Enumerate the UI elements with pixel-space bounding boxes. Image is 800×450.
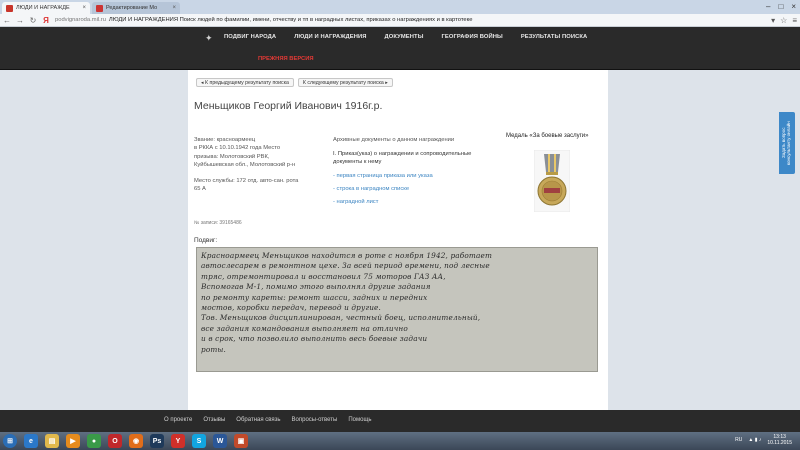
podvig-line: и в срок, что позволило выполнить весь б… bbox=[201, 334, 428, 344]
word-icon[interactable]: W bbox=[213, 434, 227, 448]
podvig-text: Красноармеец Меньщиков находится в роте … bbox=[201, 251, 597, 355]
yandex-icon[interactable]: Я bbox=[42, 16, 50, 25]
service-line-2: призыва: Молотовский РВК, bbox=[194, 153, 270, 160]
podvig-line: автослесарем в ремонтном цехе. За всей п… bbox=[201, 261, 490, 271]
media-player-icon[interactable]: ▶ bbox=[66, 434, 80, 448]
window-controls: – □ × bbox=[766, 2, 796, 11]
taskbar: ⊞ e ▤ ▶ ● O ◉ Ps Y S W ▣ RU ▲ ▮ ♪ 13:13 … bbox=[0, 432, 800, 450]
footer-link-help[interactable]: Помощь bbox=[348, 417, 371, 423]
nav-item-podvig-naroda[interactable]: ПОДВИГ НАРОДА bbox=[204, 34, 276, 40]
podvig-line: по ремонту кареты: ремонт шасси, задних … bbox=[201, 292, 428, 302]
back-icon[interactable]: ← bbox=[3, 16, 11, 25]
podvig-line: тряс, отремонтировал и восстановил 75 мо… bbox=[201, 271, 446, 281]
podvig-line: Красноармеец Меньщиков находится в роте … bbox=[201, 251, 493, 260]
minimize-icon[interactable]: – bbox=[766, 2, 770, 11]
url-page-title: ЛЮДИ И НАГРАЖДЕНИЯ Поиск людей по фамили… bbox=[108, 17, 473, 23]
podvig-line: роты. bbox=[201, 344, 226, 354]
firefox-icon[interactable]: ◉ bbox=[129, 434, 143, 448]
clock-date: 10.11.2015 bbox=[767, 440, 792, 446]
skype-icon[interactable]: S bbox=[192, 434, 206, 448]
podvig-line: все задания командования выполняет на от… bbox=[201, 323, 408, 333]
prev-result-label: К предыдущему результату поиска bbox=[205, 80, 289, 86]
close-window-icon[interactable]: × bbox=[791, 2, 796, 11]
nav-item-people-awards[interactable]: ЛЮДИ И НАГРАЖДЕНИЯ bbox=[294, 34, 366, 40]
archive-documents: Архивные документы о данном награждении … bbox=[333, 136, 493, 206]
archive-heading: Архивные документы о данном награждении bbox=[333, 137, 455, 143]
podvig-line: Тов. Меньщиков дисциплинирован, честный … bbox=[201, 313, 481, 323]
podvig-label: Подвиг: bbox=[194, 237, 218, 244]
dropdown-icon[interactable]: ▾ bbox=[771, 16, 775, 25]
main-content: ◂ К предыдущему результату поиска К след… bbox=[188, 70, 608, 410]
photoshop-icon[interactable]: Ps bbox=[150, 434, 164, 448]
podvig-line: мостов, коробки передач, перевод и други… bbox=[201, 303, 381, 313]
nav-item-documents[interactable]: ДОКУМЕНТЫ bbox=[385, 34, 424, 40]
next-result-button[interactable]: К следующему результату поиска ▸ bbox=[297, 78, 393, 87]
footer-links: О проекте Отзывы Обратная связь Вопросы-… bbox=[164, 417, 372, 423]
link-award-sheet[interactable]: - наградной лист bbox=[333, 198, 493, 206]
url-domain: podvignaroda.mil.ru bbox=[55, 17, 106, 23]
site-footer: О проекте Отзывы Обратная связь Вопросы-… bbox=[0, 410, 800, 432]
footer-link-feedback[interactable]: Обратная связь bbox=[236, 417, 280, 423]
result-pager: ◂ К предыдущему результату поиска К след… bbox=[196, 78, 393, 87]
forward-icon[interactable]: → bbox=[16, 16, 24, 25]
doc-favicon-icon bbox=[96, 4, 103, 12]
system-tray: RU ▲ ▮ ♪ 13:13 10.11.2015 bbox=[735, 434, 792, 446]
page-title: Меньщиков Георгий Иванович 1916г.р. bbox=[194, 100, 383, 112]
tab-title: ЛЮДИ И НАГРАЖДЕ bbox=[16, 5, 70, 11]
tray-icons[interactable]: ▲ ▮ ♪ bbox=[748, 437, 761, 443]
podvig-line: Вспомогав М-1, помимо этого выполнял дру… bbox=[201, 282, 431, 292]
site-favicon-icon bbox=[6, 4, 13, 12]
site-header: ✦ ПОДВИГ НАРОДА ЛЮДИ И НАГРАЖДЕНИЯ ДОКУМ… bbox=[0, 27, 800, 70]
rank-line: Звание: красноармеец bbox=[194, 137, 256, 143]
ie-icon[interactable]: e bbox=[24, 434, 38, 448]
nav-item-war-geography[interactable]: ГЕОГРАФИЯ ВОЙНЫ bbox=[441, 34, 502, 40]
medal-icon[interactable] bbox=[534, 150, 570, 212]
address-bar: ← → ↻ Я podvignaroda.mil.ru ЛЮДИ И НАГРА… bbox=[0, 14, 800, 27]
yandex-browser-icon[interactable]: Y bbox=[171, 434, 185, 448]
old-version-link[interactable]: ПРЕЖНЯЯ ВЕРСИЯ bbox=[258, 56, 314, 62]
next-result-label: К следующему результату поиска bbox=[302, 80, 384, 86]
service-line-1: в РККА с 10.10.1942 года Место bbox=[194, 145, 281, 152]
browser-tab-active[interactable]: ЛЮДИ И НАГРАЖДЕ × bbox=[2, 2, 90, 14]
prev-result-button[interactable]: ◂ К предыдущему результату поиска bbox=[196, 78, 294, 87]
menu-icon[interactable]: ≡ bbox=[792, 16, 797, 25]
site-nav: ПОДВИГ НАРОДА ЛЮДИ И НАГРАЖДЕНИЯ ДОКУМЕН… bbox=[204, 34, 587, 40]
doc-type-heading: I. Приказ(указ) о награждении и сопровод… bbox=[333, 151, 472, 165]
bookmark-star-icon[interactable]: ☆ bbox=[780, 16, 787, 25]
maximize-icon[interactable]: □ bbox=[778, 2, 783, 11]
explorer-icon[interactable]: ▤ bbox=[45, 434, 59, 448]
person-details: Звание: красноармеец в РККА с 10.10.1942… bbox=[194, 136, 320, 194]
footer-link-about[interactable]: О проекте bbox=[164, 417, 192, 423]
award-sheet-scan[interactable]: Красноармеец Меньщиков находится в роте … bbox=[196, 247, 598, 372]
medal-title: Медаль «За боевые заслуги» bbox=[506, 133, 589, 139]
nav-item-search-results[interactable]: РЕЗУЛЬТАТЫ ПОИСКА bbox=[521, 34, 588, 40]
clock[interactable]: 13:13 10.11.2015 bbox=[767, 434, 792, 446]
service-line-3: Куйбышевская обл., Молотовский р-н bbox=[194, 161, 296, 168]
browser-tab-bar: ЛЮДИ И НАГРАЖДЕ × Редактирование Мо × – … bbox=[0, 0, 800, 14]
tab-close-icon[interactable]: × bbox=[82, 5, 86, 11]
tab-close-icon[interactable]: × bbox=[172, 5, 176, 11]
start-button-icon[interactable]: ⊞ bbox=[3, 434, 17, 448]
link-award-list-row[interactable]: - строка в наградном списке bbox=[333, 185, 493, 193]
footer-link-reviews[interactable]: Отзывы bbox=[203, 417, 225, 423]
footer-link-faq[interactable]: Вопросы-ответы bbox=[292, 417, 338, 423]
url-field[interactable]: podvignaroda.mil.ru ЛЮДИ И НАГРАЖДЕНИЯ П… bbox=[55, 15, 766, 25]
reload-icon[interactable]: ↻ bbox=[29, 16, 37, 25]
record-number: № записи: 39165486 bbox=[194, 220, 242, 226]
consultant-side-tab[interactable]: Задать вопрос консультанту онлайн bbox=[779, 112, 795, 174]
opera-icon[interactable]: O bbox=[108, 434, 122, 448]
unit-line-2: 65 А bbox=[194, 186, 206, 193]
chrome-icon[interactable]: ● bbox=[87, 434, 101, 448]
unit-line-1: Место службы: 172 отд. авто-сан. рота bbox=[194, 178, 299, 185]
app-icon[interactable]: ▣ bbox=[234, 434, 248, 448]
link-first-page[interactable]: - первая страница приказа или указа bbox=[333, 172, 493, 180]
tab-title: Редактирование Мо bbox=[106, 5, 158, 11]
language-indicator[interactable]: RU bbox=[735, 437, 742, 443]
browser-tab-inactive[interactable]: Редактирование Мо × bbox=[92, 2, 180, 14]
